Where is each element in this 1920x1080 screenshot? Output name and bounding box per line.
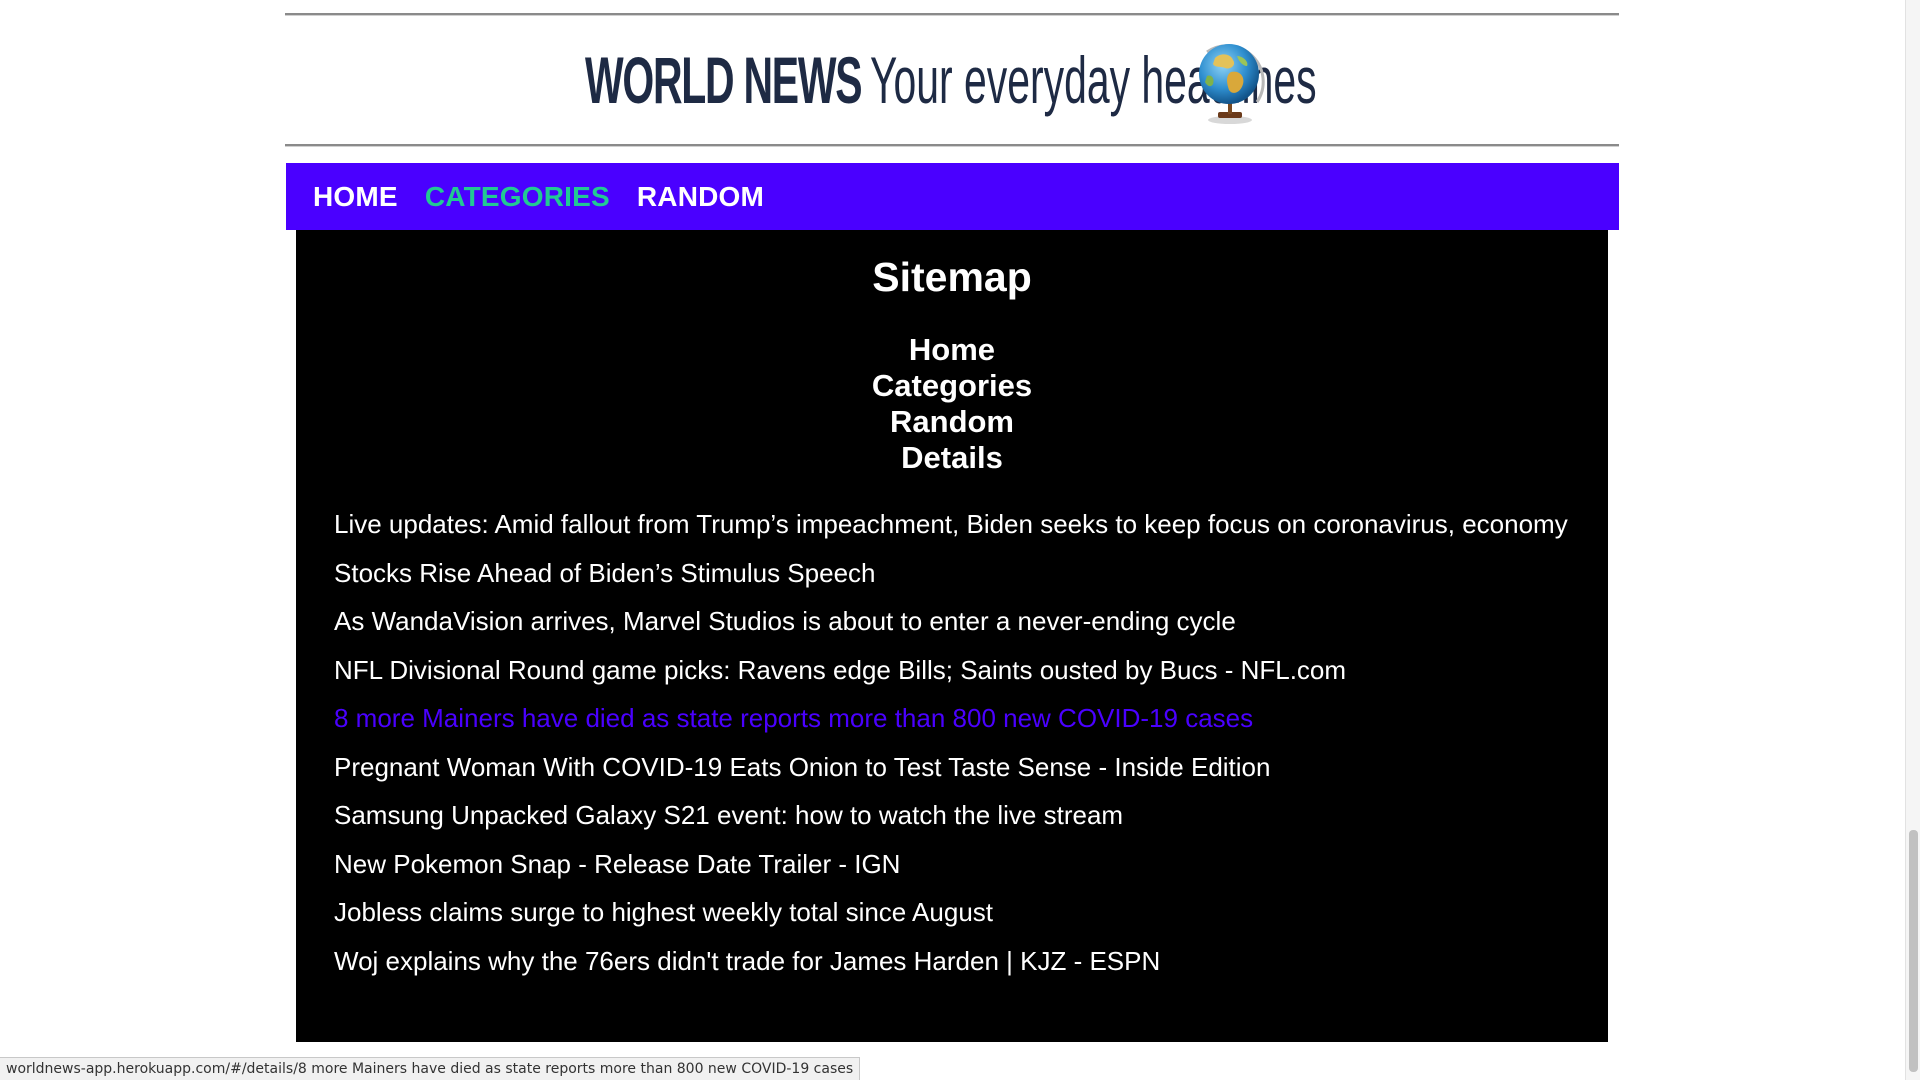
sitemap-link-details[interactable]: Details [296,440,1608,476]
headline-link[interactable]: As WandaVision arrives, Marvel Studios i… [334,606,1574,637]
scrollbar-thumb[interactable] [1909,830,1918,1072]
headline-link[interactable]: New Pokemon Snap - Release Date Trailer … [334,849,1574,880]
headline-link[interactable]: Jobless claims surge to highest weekly t… [334,897,1574,928]
headline-link[interactable]: Samsung Unpacked Galaxy S21 event: how t… [334,800,1574,831]
logo-bold-text: WORLD NEWS [585,43,863,117]
headline-link[interactable]: Live updates: Amid fallout from Trump’s … [334,509,1574,540]
globe-icon [1199,44,1265,124]
headline-link[interactable]: Stocks Rise Ahead of Biden’s Stimulus Sp… [334,558,1574,589]
sitemap-link-categories[interactable]: Categories [296,368,1608,404]
nav-random-link[interactable]: RANDOM [637,181,764,213]
headline-link[interactable]: Pregnant Woman With COVID-19 Eats Onion … [334,752,1574,783]
nav-home-link[interactable]: HOME [313,181,398,213]
sitemap-link-home[interactable]: Home [296,332,1608,368]
vertical-scrollbar[interactable] [1905,0,1920,1080]
nav-categories-link[interactable]: CATEGORIES [425,181,610,213]
headline-link-hovered[interactable]: 8 more Mainers have died as state report… [334,703,1574,734]
sitemap-panel: Sitemap Home Categories Random Details L… [296,230,1608,1042]
sitemap-link-list: Home Categories Random Details [296,332,1608,476]
browser-status-bar: worldnews-app.herokuapp.com/#/details/8 … [0,1057,861,1080]
header-rule-bottom [285,144,1619,147]
sitemap-link-random[interactable]: Random [296,404,1608,440]
headline-list: Live updates: Amid fallout from Trump’s … [334,509,1574,994]
page: WORLD NEWS Your everyday headlines HOME C… [0,0,1920,1080]
main-navbar: HOME CATEGORIES RANDOM [286,163,1619,230]
headline-link[interactable]: NFL Divisional Round game picks: Ravens … [334,655,1574,686]
headline-link[interactable]: Woj explains why the 76ers didn't trade … [334,946,1574,977]
page-title: Sitemap [872,254,1032,300]
header-rule-top [285,13,1619,16]
site-logo[interactable]: WORLD NEWS Your everyday headlines [585,30,1765,130]
